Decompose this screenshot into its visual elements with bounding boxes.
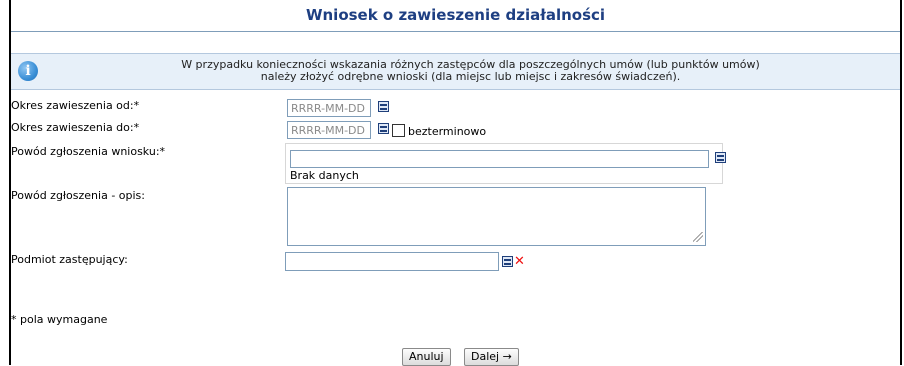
substitute-input[interactable] [285,252,499,271]
title-divider [11,31,900,32]
date-to-input[interactable] [287,121,371,139]
reason-note: Brak danych [290,169,359,182]
reason-input[interactable] [290,150,709,168]
info-text: W przypadku konieczności wskazania różny… [41,59,900,83]
description-label: Powód zgłoszenia - opis: [11,189,145,202]
resize-grip-icon[interactable] [693,232,703,242]
reason-container: Brak danych [285,143,726,184]
form-frame: Wniosek o zawieszenie działalności i W p… [9,0,902,366]
cancel-button[interactable]: Anuluj [402,348,451,366]
calendar-icon-date-from[interactable] [378,101,389,112]
date-from-label: Okres zawieszenia od:* [11,99,140,112]
list-icon-reason[interactable] [715,152,726,163]
date-from-input[interactable] [287,99,371,117]
reason-label: Powód zgłoszenia wniosku:* [11,145,166,158]
list-icon-substitute[interactable] [502,256,513,267]
indefinite-label: bezterminowo [408,125,487,138]
info-line-2: należy złożyć odrębne wnioski (dla miejs… [260,70,681,83]
description-textarea[interactable] [287,187,706,246]
page-title: Wniosek o zawieszenie działalności [305,6,606,24]
info-banner: i W przypadku konieczności wskazania róż… [11,53,900,90]
indefinite-checkbox[interactable] [392,124,405,137]
next-button[interactable]: Dalej → [464,348,519,366]
date-to-label: Okres zawieszenia do:* [11,121,140,134]
substitute-label: Podmiot zastępujący: [11,253,128,266]
required-note: * pola wymagane [11,313,108,326]
info-icon: i [18,61,38,81]
calendar-icon-date-to[interactable] [378,123,389,134]
clear-icon[interactable]: ✕ [514,255,525,268]
